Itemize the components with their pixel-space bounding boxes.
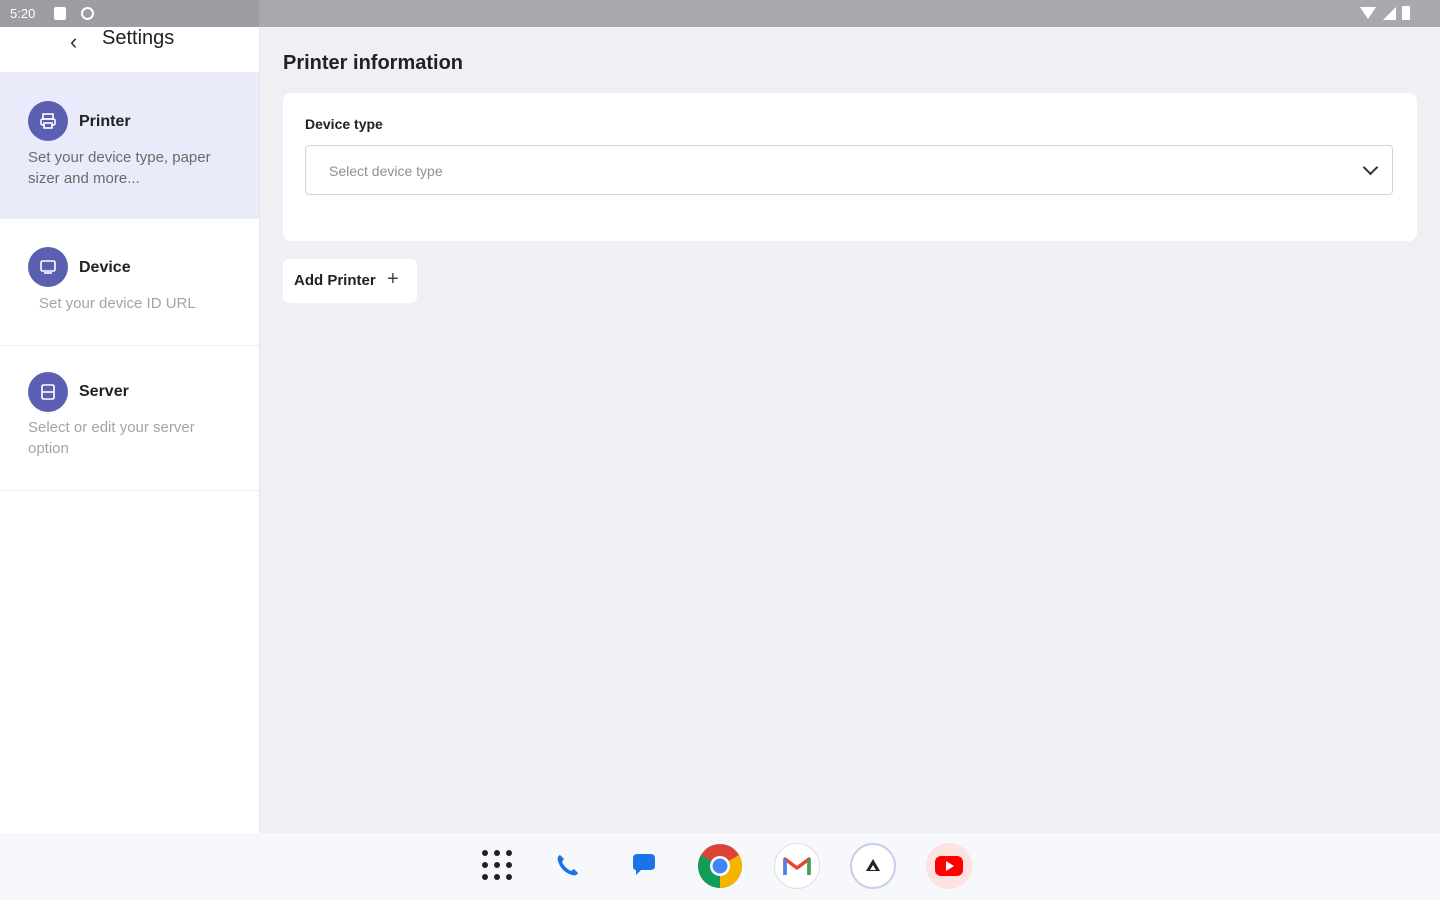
gmail-icon[interactable] — [774, 843, 820, 889]
wifi-icon — [1360, 7, 1376, 19]
printer-info-card: Device type Select device type — [283, 93, 1417, 241]
status-time: 5:20 — [10, 6, 36, 21]
back-arrow-icon[interactable]: ‹ — [70, 29, 77, 55]
device-type-placeholder: Select device type — [329, 163, 443, 179]
settings-sidebar: ‹ Settings Printer Set your device type,… — [0, 27, 260, 833]
add-printer-label: Add Printer — [294, 272, 376, 289]
status-bar-left — [0, 0, 259, 27]
add-printer-button[interactable]: Add Printer + — [283, 259, 417, 303]
phone-icon[interactable] — [544, 843, 590, 889]
sidebar-item-description: Set your device ID URL — [39, 295, 196, 312]
sync-icon — [81, 7, 94, 20]
sidebar-item-label: Server — [79, 383, 129, 400]
printer-icon — [28, 101, 68, 141]
sidebar-item-description: Select or edit your server option — [28, 419, 195, 457]
sidebar-item-printer[interactable]: Printer Set your device type, paper size… — [0, 72, 259, 219]
signal-icon — [1383, 7, 1396, 20]
sim-card-icon — [54, 7, 66, 20]
device-icon — [28, 247, 68, 287]
sidebar-item-device[interactable]: Device Set your device ID URL — [0, 218, 259, 346]
sidebar-title: Settings — [102, 27, 175, 49]
sidebar-item-description: Set your device type, paper sizer and mo… — [28, 149, 211, 187]
chevron-down-icon — [1362, 159, 1379, 176]
sidebar-item-server[interactable]: Server Select or edit your server option — [0, 345, 259, 491]
sidebar-header: ‹ Settings — [0, 27, 259, 72]
messages-icon[interactable] — [621, 843, 667, 889]
battery-icon — [1402, 6, 1410, 20]
youtube-icon[interactable] — [926, 843, 972, 889]
device-type-label: Device type — [305, 116, 383, 132]
taskbar — [0, 833, 1440, 900]
status-bar: 5:20 — [0, 0, 1440, 27]
server-icon — [28, 372, 68, 412]
sidebar-item-label: Device — [79, 259, 131, 276]
sidebar-item-label: Printer — [79, 113, 131, 130]
app-drawer-icon[interactable] — [481, 849, 513, 881]
chrome-icon[interactable] — [697, 843, 743, 889]
page-title: Printer information — [283, 52, 464, 74]
plus-icon: + — [387, 268, 399, 290]
drive-icon[interactable] — [850, 843, 896, 889]
device-type-select[interactable]: Select device type — [305, 145, 1393, 195]
